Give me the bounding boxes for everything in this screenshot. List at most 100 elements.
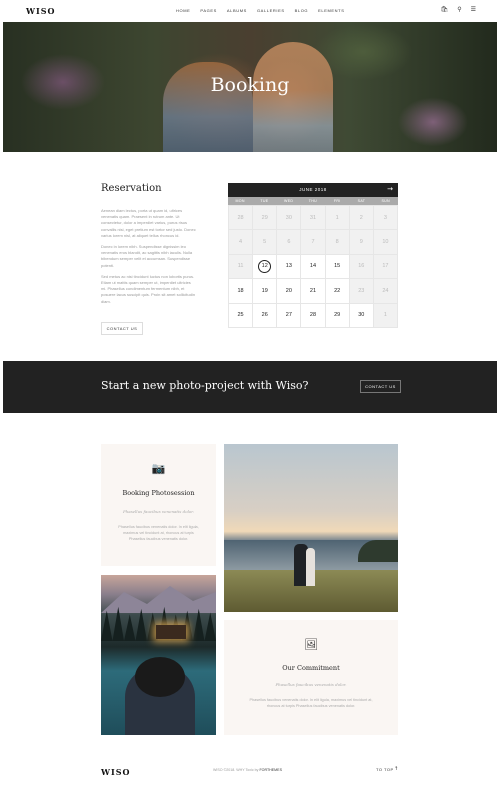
calendar-day[interactable]: 31 bbox=[301, 206, 326, 231]
calendar-day-number: 3 bbox=[383, 214, 387, 221]
weekday-label: SUN bbox=[381, 199, 390, 203]
calendar-day[interactable]: 28 bbox=[229, 206, 254, 231]
photo-cabin bbox=[156, 625, 186, 639]
weekday-label: FRI bbox=[333, 199, 341, 203]
calendar-day[interactable]: 29 bbox=[325, 303, 350, 328]
next-month-arrow-icon[interactable]: → bbox=[387, 185, 393, 193]
calendar-day[interactable]: 2 bbox=[349, 206, 374, 231]
card-text: Phasellus faucibus venenatis dolor. In e… bbox=[118, 525, 199, 541]
hero-banner: Booking bbox=[3, 22, 497, 152]
calendar-day-number: 15 bbox=[334, 263, 341, 270]
calendar-day[interactable]: 7 bbox=[301, 230, 326, 255]
calendar-day-number: 13 bbox=[285, 263, 292, 270]
reservation-paragraph: Sed metus ac nisi tincidunt luctus non l… bbox=[101, 273, 196, 304]
menu-icon[interactable]: ☰ bbox=[471, 6, 476, 14]
calendar-day-number: 28 bbox=[237, 214, 244, 221]
cta-contact-us-button[interactable]: CONTACT US bbox=[360, 380, 401, 393]
calendar-day-number: 16 bbox=[358, 263, 365, 270]
calendar-day[interactable]: 6 bbox=[277, 230, 302, 255]
weekday-label: SAT bbox=[357, 199, 366, 203]
nav-item-albums[interactable]: ALBUMS bbox=[227, 8, 247, 13]
card-subtitle: Phasellus faucibus venenatis dolor. bbox=[275, 682, 347, 687]
card-text: Phasellus faucibus venenatis dolor. In e… bbox=[249, 698, 373, 708]
reservation-description: Aenean diam lectus, porta ut quam id, ul… bbox=[101, 208, 196, 310]
reservation-title: Reservation bbox=[101, 183, 162, 194]
weekday-label: WED bbox=[284, 199, 294, 203]
card-title: Booking Photosession bbox=[122, 489, 195, 497]
calendar-day[interactable]: 10 bbox=[373, 230, 398, 255]
calendar-day-number: 19 bbox=[261, 287, 268, 294]
calendar-day-number: 1 bbox=[383, 312, 387, 319]
weekday-label: THU bbox=[308, 199, 318, 203]
calendar-day-number: 27 bbox=[285, 312, 292, 319]
nav-item-galleries[interactable]: GALLERIES bbox=[257, 8, 285, 13]
calendar-day[interactable]: 14 bbox=[301, 254, 326, 280]
calendar-day[interactable]: 1 bbox=[325, 206, 350, 231]
header-icons: 🛍 ⚲ ☰ bbox=[441, 6, 476, 14]
calendar-day-number: 25 bbox=[237, 312, 244, 319]
calendar-day[interactable]: 18 bbox=[229, 279, 254, 304]
calendar-day[interactable]: 5 bbox=[253, 230, 278, 255]
calendar-day[interactable]: 30 bbox=[349, 303, 374, 328]
nav-item-home[interactable]: HOME bbox=[176, 8, 190, 13]
couple-beach-photo bbox=[224, 444, 398, 612]
calendar-day-number: 21 bbox=[309, 287, 317, 294]
calendar-day-today[interactable]: 12 bbox=[253, 254, 278, 280]
bag-icon[interactable]: 🛍 bbox=[441, 6, 449, 14]
calendar-day[interactable]: 27 bbox=[277, 303, 302, 328]
calendar-day[interactable]: 1 bbox=[373, 303, 398, 328]
calendar-day[interactable]: 22 bbox=[325, 279, 350, 304]
calendar-day[interactable]: 11 bbox=[229, 254, 254, 280]
search-icon[interactable]: ⚲ bbox=[457, 6, 461, 14]
arrow-up-icon[interactable]: ↑ bbox=[394, 766, 398, 772]
calendar-day[interactable]: 25 bbox=[229, 303, 254, 328]
lake-cabin-photo bbox=[101, 575, 216, 735]
footer-logo[interactable]: WISO bbox=[101, 767, 130, 777]
calendar-header: JUNE 2018 → bbox=[228, 183, 398, 197]
cta-banner: Start a new photo-project with Wiso? CON… bbox=[3, 361, 497, 413]
site-header: WISO HOME PAGES ALBUMS GALLERIES BLOG EL… bbox=[0, 0, 500, 22]
copyright-brand-link[interactable]: FORTHEMES bbox=[259, 768, 282, 772]
weekday-label: TUE bbox=[260, 199, 269, 203]
calendar-day[interactable]: 4 bbox=[229, 230, 254, 255]
calendar-day[interactable]: 8 bbox=[325, 230, 350, 255]
calendar-day-number: 11 bbox=[237, 263, 244, 270]
contact-us-button[interactable]: CONTACT US bbox=[101, 322, 143, 335]
calendar-month: JUNE 2018 bbox=[299, 187, 327, 192]
calendar-day-number: 22 bbox=[334, 287, 341, 294]
calendar-day-number: 30 bbox=[358, 312, 365, 319]
calendar-day-number: 5 bbox=[263, 239, 267, 246]
calendar-day[interactable]: 30 bbox=[277, 206, 302, 231]
nav-item-blog[interactable]: BLOG bbox=[295, 8, 309, 13]
calendar-day-number: 26 bbox=[261, 312, 268, 319]
calendar-day[interactable]: 24 bbox=[373, 279, 398, 304]
nav-item-elements[interactable]: ELEMENTS bbox=[318, 8, 344, 13]
calendar-day[interactable]: 28 bbox=[301, 303, 326, 328]
calendar-day[interactable]: 16 bbox=[349, 254, 374, 280]
photo-bride bbox=[306, 548, 315, 586]
calendar-day[interactable]: 17 bbox=[373, 254, 398, 280]
calendar-day-number: 17 bbox=[382, 263, 389, 270]
calendar-day-number: 8 bbox=[335, 239, 339, 246]
photo-hat bbox=[135, 657, 185, 697]
calendar-day-number: 24 bbox=[382, 287, 389, 294]
to-top-link[interactable]: TO TOP bbox=[376, 767, 394, 772]
calendar-day[interactable]: 15 bbox=[325, 254, 350, 280]
calendar-day[interactable]: 20 bbox=[277, 279, 302, 304]
site-logo[interactable]: WISO bbox=[26, 6, 55, 16]
calendar-day[interactable]: 23 bbox=[349, 279, 374, 304]
calendar-day[interactable]: 3 bbox=[373, 206, 398, 231]
calendar-day[interactable]: 29 bbox=[253, 206, 278, 231]
calendar-day-number: 12 bbox=[258, 259, 272, 273]
booking-photosession-card: 📷 Booking Photosession Phasellus faucibu… bbox=[101, 444, 216, 566]
calendar-day[interactable]: 9 bbox=[349, 230, 374, 255]
calendar-day[interactable]: 13 bbox=[277, 254, 302, 280]
calendar-day[interactable]: 21 bbox=[301, 279, 326, 304]
calendar-day-number: 29 bbox=[261, 214, 268, 221]
calendar-day-number: 9 bbox=[359, 239, 363, 246]
nav-item-pages[interactable]: PAGES bbox=[200, 8, 217, 13]
calendar-day[interactable]: 19 bbox=[253, 279, 278, 304]
calendar-day[interactable]: 26 bbox=[253, 303, 278, 328]
calendar-day-number: 10 bbox=[382, 239, 389, 246]
calendar-day-number: 6 bbox=[287, 239, 291, 246]
